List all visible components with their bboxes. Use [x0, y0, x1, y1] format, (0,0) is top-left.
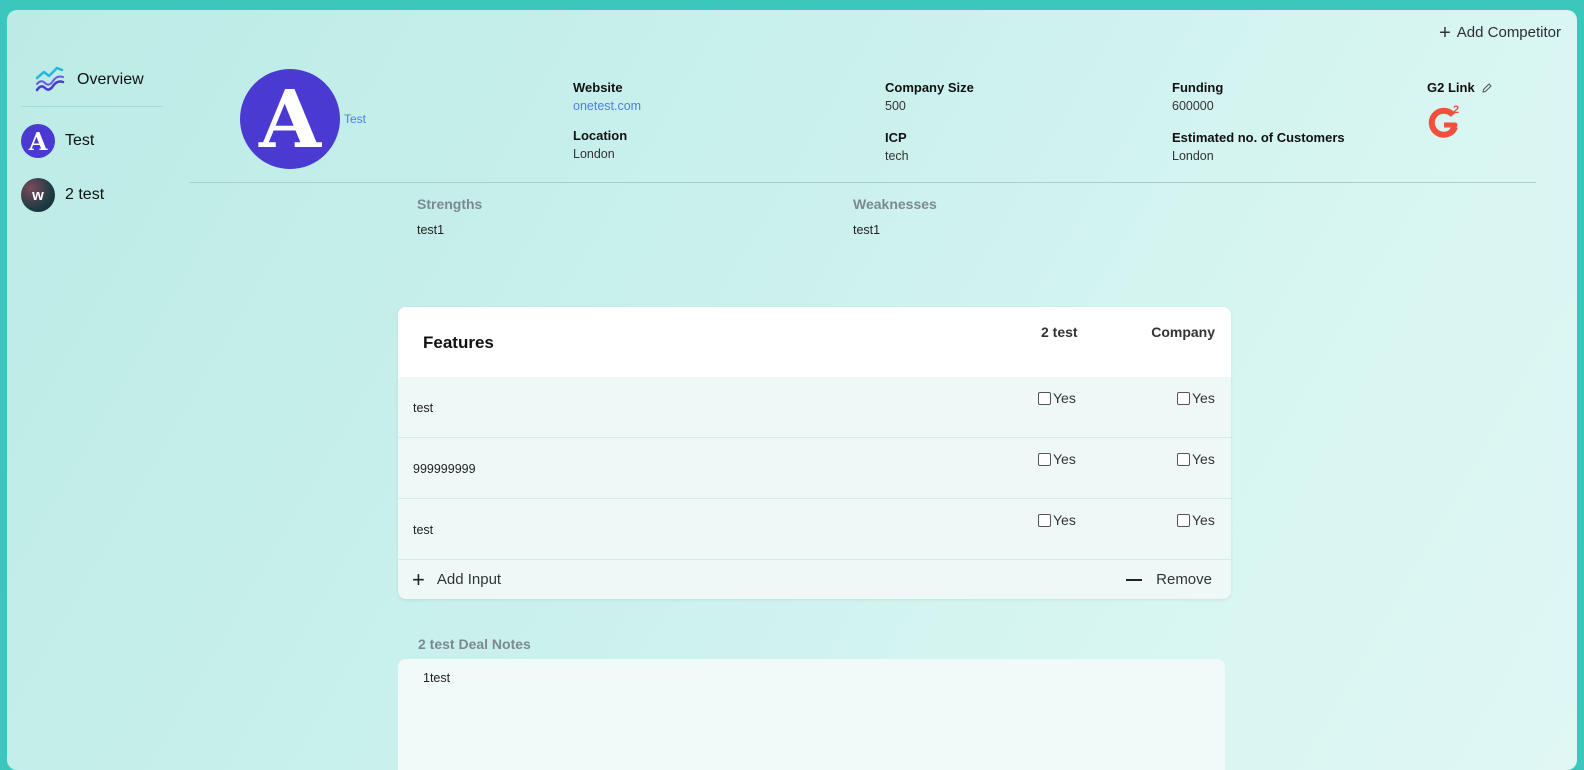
checkbox-box[interactable] — [1038, 513, 1051, 527]
features-title: Features — [423, 333, 494, 352]
remove-label: Remove — [1156, 571, 1212, 588]
app-frame: + Add Competitor Overview A Test w 2 tes… — [7, 10, 1577, 770]
plus-icon: + — [412, 566, 425, 592]
website-block: Website onetest.com — [573, 80, 641, 113]
feature-name: test — [413, 523, 434, 537]
customers-block: Estimated no. of Customers London — [1172, 130, 1345, 163]
checkbox-box[interactable] — [1038, 452, 1051, 466]
company-size-label: Company Size — [885, 80, 974, 95]
sidebar: Overview A Test w 2 test — [21, 62, 163, 215]
add-input-button[interactable]: + Add Input — [412, 566, 502, 592]
deal-notes-text: 1test — [423, 671, 451, 685]
weaknesses-value: test1 — [853, 223, 881, 237]
deal-notes-textarea[interactable]: 1test — [398, 659, 1225, 770]
sidebar-item-label: Test — [65, 132, 95, 149]
table-row: test Yes Yes — [398, 499, 1231, 560]
remove-button[interactable]: Remove — [1126, 571, 1212, 588]
checkbox-label: Yes — [1192, 512, 1215, 528]
checkbox-box[interactable] — [1177, 391, 1190, 405]
funding-block: Funding 600000 — [1172, 80, 1223, 113]
table-row: 999999999 Yes Yes — [398, 438, 1231, 499]
svg-text:2: 2 — [1453, 104, 1459, 116]
company-logo: A — [240, 69, 340, 169]
features-header: Features 2 test Company — [398, 307, 1231, 377]
pencil-icon[interactable] — [1481, 82, 1493, 94]
sidebar-item-2-test[interactable]: w 2 test — [21, 175, 163, 215]
strengths-title: Strengths — [417, 196, 483, 212]
checkbox-label: Yes — [1053, 512, 1076, 528]
sidebar-item-label: Overview — [77, 71, 144, 88]
checkbox-box[interactable] — [1177, 452, 1190, 466]
trend-chart-icon — [35, 66, 65, 92]
funding-label: Funding — [1172, 80, 1224, 95]
strengths-value: test1 — [417, 223, 445, 237]
icp-block: ICP tech — [885, 130, 909, 163]
checkbox-label: Yes — [1053, 390, 1076, 406]
customers-value: London — [1172, 149, 1214, 163]
checkbox-label: Yes — [1192, 390, 1215, 406]
g2-label: G2 Link — [1427, 80, 1475, 95]
add-competitor-label: Add Competitor — [1456, 24, 1561, 41]
location-block: Location London — [573, 128, 627, 161]
competitor-logo: w — [21, 178, 55, 212]
feature-name: test — [413, 401, 434, 415]
company-name: Test — [344, 112, 367, 126]
add-competitor-button[interactable]: + Add Competitor — [1439, 21, 1561, 44]
competitor-logo: A — [21, 124, 55, 158]
column-2-test: 2 test — [1041, 324, 1078, 340]
checkbox-company[interactable]: Yes — [1177, 451, 1215, 467]
g2-logo-icon[interactable]: 2 — [1427, 103, 1463, 139]
website-label: Website — [573, 80, 623, 95]
column-company: Company — [1151, 324, 1215, 340]
customers-label: Estimated no. of Customers — [1172, 130, 1345, 145]
checkbox-2-test[interactable]: Yes — [1038, 390, 1076, 406]
add-input-label: Add Input — [436, 571, 502, 588]
funding-value: 600000 — [1172, 99, 1214, 113]
deal-notes-title: 2 test Deal Notes — [418, 636, 531, 652]
sidebar-item-label: 2 test — [65, 186, 105, 203]
checkbox-2-test[interactable]: Yes — [1038, 512, 1076, 528]
website-link[interactable]: onetest.com — [573, 99, 641, 113]
weaknesses-title: Weaknesses — [853, 196, 937, 212]
minus-icon — [1126, 578, 1143, 581]
header-divider — [190, 182, 1536, 183]
checkbox-box[interactable] — [1177, 513, 1190, 527]
sidebar-item-test[interactable]: A Test — [21, 121, 163, 161]
features-footer: + Add Input Remove — [398, 559, 1231, 599]
features-card: Features 2 test Company test Yes Yes 999… — [398, 307, 1231, 599]
checkbox-company[interactable]: Yes — [1177, 390, 1215, 406]
location-value: London — [573, 147, 615, 161]
sidebar-item-overview[interactable]: Overview — [21, 62, 163, 107]
checkbox-box[interactable] — [1038, 391, 1051, 405]
checkbox-2-test[interactable]: Yes — [1038, 451, 1076, 467]
icp-value: tech — [885, 149, 909, 163]
feature-name: 999999999 — [413, 462, 476, 476]
plus-icon: + — [1439, 21, 1451, 44]
checkbox-company[interactable]: Yes — [1177, 512, 1215, 528]
company-size-value: 500 — [885, 99, 906, 113]
checkbox-label: Yes — [1053, 451, 1076, 467]
icp-label: ICP — [885, 130, 907, 145]
table-row: test Yes Yes — [398, 377, 1231, 438]
company-size-block: Company Size 500 — [885, 80, 974, 113]
g2-block: G2 Link 2 — [1427, 80, 1493, 144]
location-label: Location — [573, 128, 628, 143]
checkbox-label: Yes — [1192, 451, 1215, 467]
